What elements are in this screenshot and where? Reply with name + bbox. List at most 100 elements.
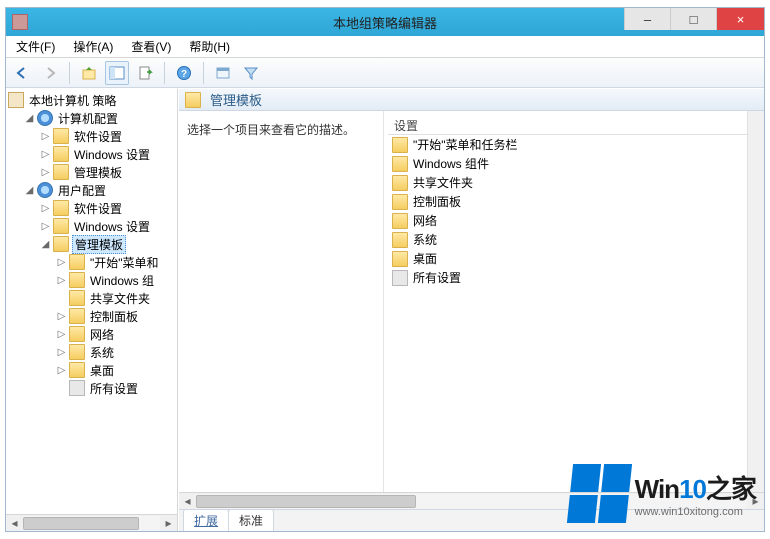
up-button[interactable] <box>77 61 101 85</box>
folder-icon <box>69 272 85 288</box>
minimize-button[interactable]: – <box>624 8 670 30</box>
menu-help[interactable]: 帮助(H) <box>183 36 236 57</box>
menu-view[interactable]: 查看(V) <box>125 36 177 57</box>
tree-hscrollbar[interactable]: ◂ ▸ <box>6 514 177 531</box>
expand-icon[interactable]: ▷ <box>40 131 51 142</box>
svg-text:?: ? <box>181 69 187 80</box>
list-item-label: 桌面 <box>413 250 437 267</box>
description-text: 选择一个项目来查看它的描述。 <box>187 123 355 137</box>
tab-extended[interactable]: 扩展 <box>183 509 229 531</box>
tree-label: 控制面板 <box>88 308 140 325</box>
properties-button[interactable] <box>211 61 235 85</box>
expand-icon[interactable]: ▷ <box>56 347 67 358</box>
tree-uc-windows[interactable]: ▷Windows 设置 <box>40 217 177 235</box>
tree-cc-software[interactable]: ▷软件设置 <box>40 127 177 145</box>
tree-uc-admin-selected[interactable]: ◢管理模板 <box>40 235 177 253</box>
list-item-win-comp[interactable]: Windows 组件 <box>388 154 760 173</box>
tree-start-menu[interactable]: ▷ "开始"菜单和 <box>56 253 177 271</box>
folder-icon <box>53 146 69 162</box>
wm-text: Win <box>635 474 679 504</box>
expand-icon[interactable]: ▷ <box>56 275 67 286</box>
folder-icon <box>392 232 408 248</box>
root-icon <box>8 92 24 108</box>
expand-icon[interactable]: ▷ <box>56 365 67 376</box>
menu-action[interactable]: 操作(A) <box>67 36 119 57</box>
tree-uc-software[interactable]: ▷软件设置 <box>40 199 177 217</box>
tree-system[interactable]: ▷ 系统 <box>56 343 177 361</box>
list-item-all-settings[interactable]: 所有设置 <box>388 268 760 287</box>
folder-icon <box>69 326 85 342</box>
tree-label: Windows 设置 <box>72 146 152 163</box>
expand-icon[interactable]: ▷ <box>40 221 51 232</box>
tree-label: 用户配置 <box>56 182 108 199</box>
tree-network[interactable]: ▷ 网络 <box>56 325 177 343</box>
list-item-label: 系统 <box>413 231 437 248</box>
app-icon <box>12 14 28 30</box>
tree-control-panel[interactable]: ▷ 控制面板 <box>56 307 177 325</box>
back-button[interactable] <box>10 61 34 85</box>
details-header: 管理模板 <box>179 89 764 111</box>
folder-icon <box>69 344 85 360</box>
expand-icon[interactable]: ▷ <box>40 149 51 160</box>
tree-label: 系统 <box>88 344 116 361</box>
app-window: 本地组策略编辑器 – □ × 文件(F) 操作(A) 查看(V) 帮助(H) ? <box>5 7 765 532</box>
folder-icon <box>69 308 85 324</box>
list-item-label: 网络 <box>413 212 437 229</box>
wm-text: 10 <box>679 474 706 504</box>
filter-button[interactable] <box>239 61 263 85</box>
list-item-label: 控制面板 <box>413 193 461 210</box>
show-hide-tree-button[interactable] <box>105 61 129 85</box>
column-header-setting[interactable]: 设置 <box>388 115 760 135</box>
list-item-start-menu[interactable]: "开始"菜单和任务栏 <box>388 135 760 154</box>
gear-icon <box>37 182 53 198</box>
expand-icon[interactable]: ▷ <box>56 311 67 322</box>
scroll-right-icon[interactable]: ▸ <box>160 516 177 531</box>
expand-icon[interactable]: ▷ <box>40 203 51 214</box>
maximize-button[interactable]: □ <box>670 8 716 30</box>
settings-list: 设置 "开始"菜单和任务栏 Windows 组件 共享文件夹 控制面板 网络 系… <box>384 111 764 492</box>
folder-icon <box>392 156 408 172</box>
tree-root[interactable]: 本地计算机 策略 <box>8 91 177 109</box>
window-title: 本地组策略编辑器 <box>333 13 437 32</box>
menubar: 文件(F) 操作(A) 查看(V) 帮助(H) <box>6 36 764 58</box>
list-item-system[interactable]: 系统 <box>388 230 760 249</box>
expand-icon[interactable]: ▷ <box>56 329 67 340</box>
folder-icon <box>53 128 69 144</box>
folder-icon <box>53 200 69 216</box>
menu-file[interactable]: 文件(F) <box>10 36 61 57</box>
collapse-icon[interactable]: ◢ <box>24 113 35 124</box>
list-item-network[interactable]: 网络 <box>388 211 760 230</box>
list-vscrollbar[interactable] <box>747 111 764 492</box>
tree-desktop[interactable]: ▷桌面 <box>56 361 177 379</box>
forward-button[interactable] <box>38 61 62 85</box>
list-item-label: 共享文件夹 <box>413 174 473 191</box>
list-item-desktop[interactable]: 桌面 <box>388 249 760 268</box>
list-item-control-panel[interactable]: 控制面板 <box>388 192 760 211</box>
tree-root-label: 本地计算机 策略 <box>27 92 118 109</box>
tree-label: "开始"菜单和 <box>88 254 161 271</box>
folder-icon <box>392 194 408 210</box>
expand-icon[interactable]: ▷ <box>56 257 67 268</box>
collapse-icon[interactable]: ◢ <box>40 239 51 250</box>
help-button[interactable]: ? <box>172 61 196 85</box>
collapse-icon[interactable]: ◢ <box>24 185 35 196</box>
tree-label: 网络 <box>88 326 116 343</box>
list-item-shared[interactable]: 共享文件夹 <box>388 173 760 192</box>
description-pane: 选择一个项目来查看它的描述。 <box>179 111 384 492</box>
tree-cc-admin[interactable]: ▷管理模板 <box>40 163 177 181</box>
tree-computer-config[interactable]: ◢ 计算机配置 <box>24 109 177 127</box>
tab-standard[interactable]: 标准 <box>228 509 274 531</box>
tree-win-comp[interactable]: ▷Windows 组 <box>56 271 177 289</box>
expand-icon[interactable]: ▷ <box>40 167 51 178</box>
export-button[interactable] <box>133 61 157 85</box>
folder-icon <box>392 213 408 229</box>
watermark: Win10之家 www.win10xitong.com <box>570 464 756 523</box>
tree-cc-windows[interactable]: ▷ Windows 设置 <box>40 145 177 163</box>
scroll-left-icon[interactable]: ◂ <box>179 494 196 509</box>
tree-all-settings[interactable]: 所有设置 <box>56 379 177 397</box>
all-settings-icon <box>392 270 408 286</box>
scroll-left-icon[interactable]: ◂ <box>6 516 23 531</box>
close-button[interactable]: × <box>716 8 764 30</box>
tree-user-config[interactable]: ◢ 用户配置 <box>24 181 177 199</box>
tree-shared[interactable]: 共享文件夹 <box>56 289 177 307</box>
